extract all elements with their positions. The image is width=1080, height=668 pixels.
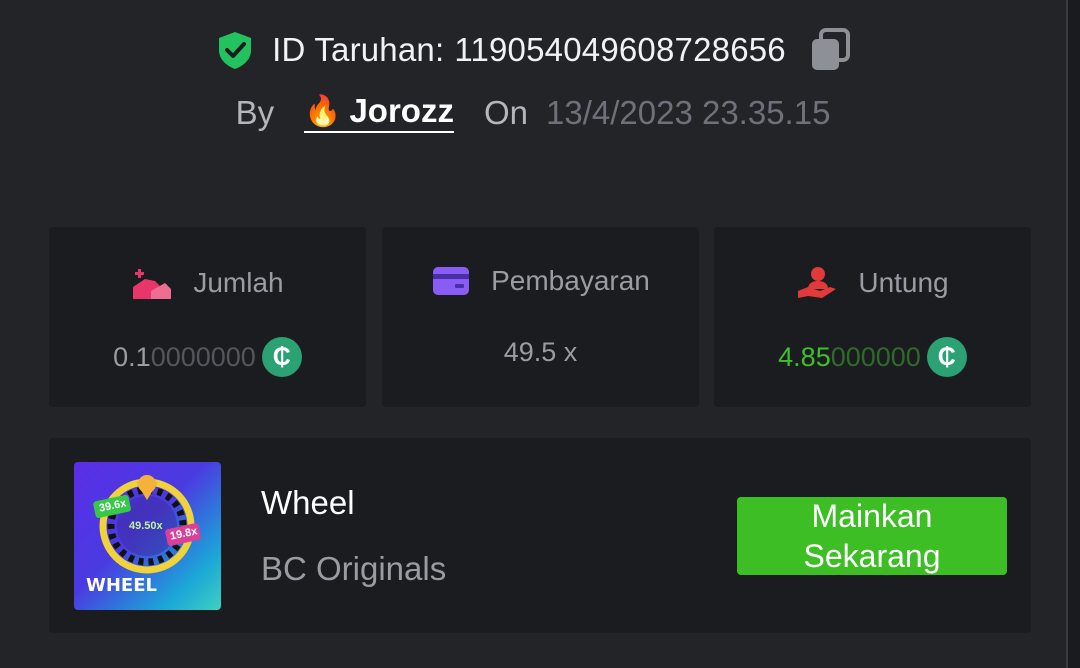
profit-value-main: 4.85 [778, 341, 831, 372]
amount-value-main: 0.1 [113, 341, 151, 372]
profit-value-dim: 000000 [830, 341, 921, 372]
amount-card: Jumlah 0.1 0000000 ₵ [49, 227, 366, 407]
bcd-coin-icon: ₵ [926, 337, 967, 377]
scrollbar-track[interactable] [1066, 0, 1080, 668]
thumb-title: WHEEL [86, 575, 157, 596]
username: Jorozz [349, 92, 454, 129]
fire-icon: 🔥 [304, 94, 342, 128]
on-label: On [483, 93, 528, 131]
amount-value-dim: 0000000 [150, 341, 256, 372]
bet-id: ID Taruhan: 119054049608728656 [272, 31, 786, 69]
bet-id-label: ID Taruhan: [272, 31, 445, 68]
play-now-button[interactable]: Mainkan Sekarang [737, 497, 1007, 575]
bet-id-row: ID Taruhan: 119054049608728656 [0, 28, 1066, 72]
profit-card: Untung 4.85 000000 ₵ [714, 227, 1031, 407]
profit-label: Untung [858, 267, 949, 298]
game-provider: BC Originals [261, 550, 447, 587]
author-row: By 🔥 Jorozz On 13/4/2023 23.35.15 [0, 92, 1066, 133]
by-label: By [235, 93, 275, 131]
thumb-chip-2: 49.50x [129, 520, 163, 532]
payout-value: 49.5 x [503, 337, 578, 367]
payout-label: Pembayaran [491, 265, 650, 296]
amount-label: Jumlah [193, 267, 284, 298]
bet-id-value: 119054049608728656 [454, 31, 786, 68]
bcd-coin-icon: ₵ [261, 337, 302, 377]
payout-card: Pembayaran 49.5 x [382, 227, 699, 407]
profit-hand-icon [798, 267, 837, 298]
shield-check-icon [219, 32, 252, 69]
bet-amount-icon [133, 269, 172, 299]
game-thumbnail[interactable]: 39.6x 49.50x 19.8x WHEEL [74, 462, 221, 610]
username-link[interactable]: 🔥 Jorozz [304, 92, 454, 133]
card-icon [433, 267, 470, 295]
game-panel: 39.6x 49.50x 19.8x WHEEL Wheel BC Origin… [49, 438, 1031, 633]
bet-datetime: 13/4/2023 23.35.15 [545, 93, 831, 131]
game-name[interactable]: Wheel [261, 484, 355, 522]
copy-icon[interactable] [810, 28, 850, 72]
